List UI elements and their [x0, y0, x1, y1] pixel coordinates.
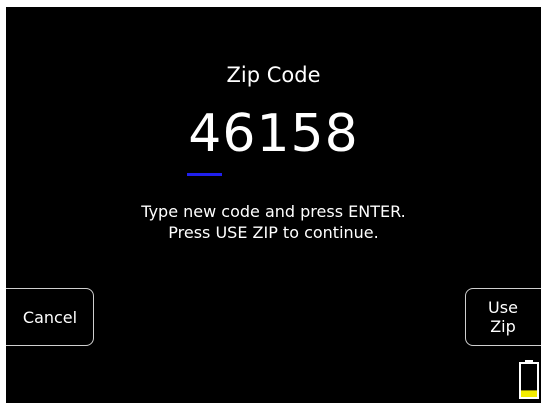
instruction-line-1: Type new code and press ENTER.	[141, 202, 406, 221]
page-title: Zip Code	[226, 63, 321, 87]
cancel-button[interactable]: Cancel	[6, 288, 94, 346]
zip-code-input[interactable]: 46158	[6, 108, 541, 160]
instruction-line-2: Press USE ZIP to continue.	[168, 223, 379, 242]
use-zip-label-line2: Zip	[490, 317, 516, 336]
display-screen: Zip Code 46158 Type new code and press E…	[6, 7, 541, 403]
battery-charge-fill	[521, 390, 537, 397]
input-cursor	[187, 173, 222, 176]
use-zip-button[interactable]: Use Zip	[465, 288, 541, 346]
battery-icon	[519, 360, 539, 399]
cancel-button-label: Cancel	[22, 307, 78, 327]
device-frame: Zip Code 46158 Type new code and press E…	[0, 0, 541, 410]
instructions-text: Type new code and press ENTER. Press USE…	[6, 201, 541, 243]
use-zip-label-line1: Use	[488, 298, 518, 317]
